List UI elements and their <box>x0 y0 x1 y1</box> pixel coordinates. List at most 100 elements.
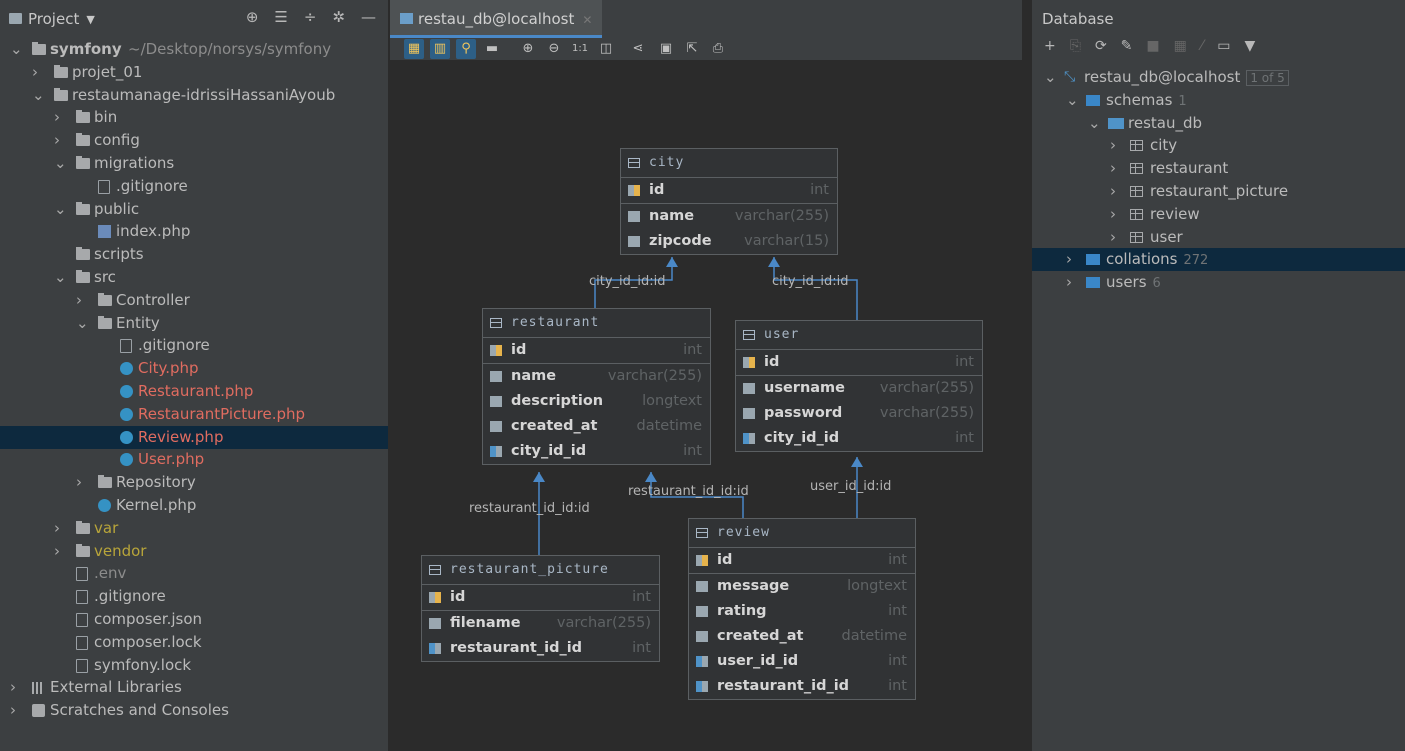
chevron-down-icon[interactable]: ⌄ <box>10 38 23 61</box>
comment-icon[interactable]: ▬ <box>482 39 502 59</box>
tree-item[interactable]: › bin <box>0 106 388 129</box>
er-table-restaurant-picture[interactable]: restaurant_picture id int filename varchar(2… <box>421 555 660 662</box>
close-icon[interactable]: ✕ <box>582 13 592 27</box>
db-tree-item[interactable]: › restaurant_picture <box>1032 180 1405 203</box>
chevron-right-icon[interactable]: › <box>1110 226 1116 249</box>
chevron-down-icon[interactable]: ▼ <box>86 13 94 26</box>
zoom-out-icon[interactable]: ⊖ <box>544 39 564 59</box>
chevron-right-icon[interactable]: › <box>1110 134 1116 157</box>
fit-content-icon[interactable]: ◫ <box>596 39 616 59</box>
er-table-review[interactable]: review id int message longtext rating int creat… <box>688 518 916 700</box>
chevron-down-icon[interactable]: ⌄ <box>76 312 89 335</box>
project-panel-title[interactable]: Project <box>28 10 79 28</box>
tab-restau-db[interactable]: restau_db@localhost ✕ <box>390 0 603 38</box>
chevron-right-icon[interactable]: › <box>1110 203 1116 226</box>
chevron-down-icon[interactable]: ⌄ <box>1044 66 1057 89</box>
collapse-all-icon[interactable]: ÷ <box>304 8 317 26</box>
tree-item[interactable]: › External Libraries <box>0 676 388 699</box>
tree-item[interactable]: symfony.lock <box>0 654 388 677</box>
tree-item[interactable]: › vendor <box>0 540 388 563</box>
chevron-down-icon[interactable]: ⌄ <box>32 84 45 107</box>
db-tree-item[interactable]: ⌄ restau_db <box>1032 112 1405 135</box>
tree-item[interactable]: composer.lock <box>0 631 388 654</box>
save-icon[interactable]: ▣ <box>656 39 676 59</box>
schema-count-badge[interactable]: 1 of 5 <box>1246 70 1289 86</box>
er-table-restaurant[interactable]: restaurant id int name varchar(255) descripti… <box>482 308 711 465</box>
db-tree-item[interactable]: › review <box>1032 203 1405 226</box>
chevron-right-icon[interactable]: › <box>54 517 60 540</box>
chevron-right-icon[interactable]: › <box>1110 157 1116 180</box>
chevron-right-icon[interactable]: › <box>10 699 16 722</box>
tree-item[interactable]: composer.json <box>0 608 388 631</box>
chevron-right-icon[interactable]: › <box>10 676 16 699</box>
chevron-right-icon[interactable]: › <box>32 61 38 84</box>
tree-item[interactable]: RestaurantPicture.php <box>0 403 388 426</box>
copy-icon[interactable]: ⎘ <box>1070 38 1081 60</box>
chevron-right-icon[interactable]: › <box>1110 180 1116 203</box>
tree-item[interactable]: ⌄ Entity <box>0 312 388 335</box>
key-icon[interactable]: ⚲ <box>456 39 476 59</box>
gear-icon[interactable]: ✲ <box>332 8 345 26</box>
layout-icon[interactable]: ⋖ <box>628 39 648 59</box>
tree-item[interactable]: .gitignore <box>0 585 388 608</box>
tree-item[interactable]: ⌄ symfony ~/Desktop/norsys/symfony <box>0 38 388 61</box>
expand-all-icon[interactable]: ☰ <box>274 8 287 26</box>
actual-size-button[interactable]: 1:1 <box>570 39 590 59</box>
edit-disabled-icon[interactable]: ⁄ <box>1201 38 1203 60</box>
tree-item[interactable]: ⌄ migrations <box>0 152 388 175</box>
tree-item[interactable]: Review.php <box>0 425 388 449</box>
chevron-down-icon[interactable]: ⌄ <box>54 266 67 289</box>
chevron-right-icon[interactable]: › <box>76 471 82 494</box>
tree-item[interactable]: Restaurant.php <box>0 380 388 403</box>
edit-icon[interactable]: ✎ <box>1121 38 1133 60</box>
db-tree-item[interactable]: › user <box>1032 226 1405 249</box>
zoom-in-icon[interactable]: ⊕ <box>518 39 538 59</box>
export-icon[interactable]: ⇱ <box>682 39 702 59</box>
tree-item[interactable]: › config <box>0 129 388 152</box>
tree-item[interactable]: › Scratches and Consoles <box>0 699 388 722</box>
hide-icon[interactable]: — <box>361 8 376 26</box>
chevron-right-icon[interactable]: › <box>54 540 60 563</box>
chevron-down-icon[interactable]: ⌄ <box>54 198 67 221</box>
chevron-right-icon[interactable]: › <box>1066 248 1072 271</box>
tree-item[interactable]: City.php <box>0 357 388 380</box>
project-panel-header[interactable]: Project ▼ ⊕ ☰ ÷ ✲ — <box>0 0 388 38</box>
db-tree-item[interactable]: ⌄ ⤡ restau_db@localhost 1 of 5 <box>1032 66 1405 89</box>
chevron-right-icon[interactable]: › <box>76 289 82 312</box>
tree-item[interactable]: › Controller <box>0 289 388 312</box>
chevron-down-icon[interactable]: ⌄ <box>1066 89 1079 112</box>
chevron-down-icon[interactable]: ⌄ <box>1088 112 1101 135</box>
tree-item[interactable]: User.php <box>0 448 388 471</box>
tree-item[interactable]: .gitignore <box>0 175 388 198</box>
console-icon[interactable]: ▭ <box>1217 38 1230 60</box>
db-tree-item[interactable]: › users 6 <box>1032 271 1405 294</box>
db-tree-item[interactable]: › city <box>1032 134 1405 157</box>
tree-item[interactable]: ⌄ restaumanage-idrissiHassaniAyoub <box>0 84 388 107</box>
print-icon[interactable]: ⎙ <box>708 39 728 59</box>
filter-icon[interactable]: ▼ <box>1244 38 1255 60</box>
tree-item[interactable]: ⌄ public <box>0 198 388 221</box>
tree-item[interactable]: › var <box>0 517 388 540</box>
tree-item[interactable]: .env <box>0 562 388 585</box>
er-table-user[interactable]: user id int username varchar(255) password var… <box>735 320 983 452</box>
tree-item[interactable]: Kernel.php <box>0 494 388 517</box>
tree-item[interactable]: › Repository <box>0 471 388 494</box>
er-diagram-canvas[interactable]: city id int name varchar(255) zipcode varchar(… <box>390 60 1022 751</box>
show-columns-icon[interactable]: ▥ <box>430 39 450 59</box>
tree-item[interactable]: scripts <box>0 243 388 266</box>
refresh-icon[interactable]: ⟳ <box>1095 38 1107 60</box>
chevron-right-icon[interactable]: › <box>1066 271 1072 294</box>
tree-item[interactable]: index.php <box>0 220 388 243</box>
table-icon[interactable]: ▦ <box>1174 38 1187 60</box>
tree-item[interactable]: .gitignore <box>0 334 388 357</box>
add-icon[interactable]: + <box>1044 38 1056 60</box>
db-tree-item[interactable]: ⌄ schemas 1 <box>1032 89 1405 112</box>
locate-icon[interactable]: ⊕ <box>246 8 259 26</box>
chevron-down-icon[interactable]: ⌄ <box>54 152 67 175</box>
chevron-right-icon[interactable]: › <box>54 129 60 152</box>
tree-item[interactable]: ⌄ src <box>0 266 388 289</box>
show-keys-icon[interactable]: ▦ <box>404 39 424 59</box>
chevron-right-icon[interactable]: › <box>54 106 60 129</box>
db-tree-item[interactable]: › collations 272 <box>1032 248 1405 272</box>
stop-icon[interactable]: ■ <box>1146 38 1159 60</box>
